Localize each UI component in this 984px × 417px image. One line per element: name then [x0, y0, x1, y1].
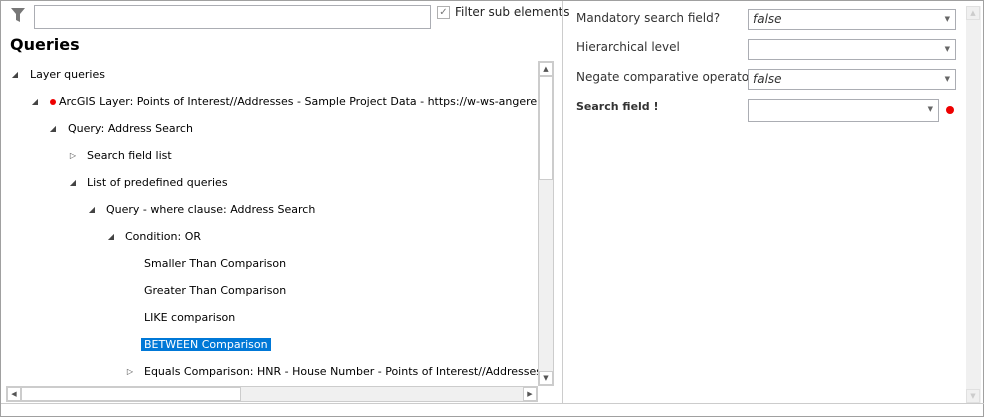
- expanded-icon[interactable]: ◢: [68, 174, 78, 192]
- splitter[interactable]: [562, 1, 563, 403]
- property-label: Hierarchical level: [576, 40, 680, 54]
- chevron-down-icon: ▼: [944, 45, 950, 53]
- scroll-thumb[interactable]: [21, 387, 241, 401]
- scroll-left-icon[interactable]: ◀: [7, 387, 21, 401]
- tree-vertical-scrollbar[interactable]: ▲ ▼: [538, 61, 554, 386]
- combo-value: false: [753, 72, 782, 86]
- tree-item-label: Condition: OR: [125, 230, 201, 243]
- tree-item-label: Greater Than Comparison: [144, 284, 287, 297]
- filter-sub-elements-checkbox[interactable]: ✓: [437, 6, 450, 19]
- chevron-down-icon: ▼: [927, 105, 933, 113]
- hierarchical-level-combo[interactable]: ▼: [748, 39, 956, 60]
- tree-horizontal-scrollbar[interactable]: ◀ ▶: [6, 386, 538, 402]
- tree-item-label: Equals Comparison: HNR - House Number - …: [144, 365, 538, 378]
- tree-item-selected[interactable]: BETWEEN Comparison: [141, 336, 271, 354]
- filter-input[interactable]: [34, 5, 431, 29]
- tree-item-label: BETWEEN Comparison: [141, 338, 271, 351]
- tree-item-label: Search field list: [87, 149, 172, 162]
- scroll-up-icon[interactable]: ▲: [539, 62, 553, 76]
- tree-item[interactable]: Greater Than Comparison: [144, 282, 286, 300]
- filter-sub-elements-label: Filter sub elements: [455, 5, 570, 19]
- combo-value: false: [753, 12, 782, 26]
- scroll-right-icon[interactable]: ▶: [523, 387, 537, 401]
- error-icon: [946, 106, 954, 114]
- expanded-icon[interactable]: ◢: [48, 120, 58, 138]
- tree-item-label: Smaller Than Comparison: [144, 257, 287, 270]
- mandatory-search-field-combo[interactable]: false ▼: [748, 9, 956, 30]
- tree-item[interactable]: ▷ Equals Comparison: HNR - House Number -…: [127, 363, 538, 381]
- properties-scrollbar[interactable]: ▲ ▼: [966, 6, 981, 403]
- tree-item[interactable]: LIKE comparison: [144, 309, 235, 327]
- tree-item-label: Query - where clause: Address Search: [106, 203, 316, 216]
- tree-item-label: Query: Address Search: [68, 122, 193, 135]
- tree-item[interactable]: ◢ Query - where clause: Address Search: [89, 201, 316, 219]
- error-icon: [50, 99, 56, 105]
- filter-icon: [11, 8, 25, 22]
- expanded-icon[interactable]: ◢: [106, 228, 116, 246]
- tree-item[interactable]: ▷ Search field list: [70, 147, 172, 165]
- tree-item[interactable]: ◢ Query: Address Search: [50, 120, 193, 138]
- scroll-up-icon[interactable]: ▲: [966, 6, 980, 20]
- tree-item[interactable]: ◢ List of predefined queries: [70, 174, 228, 192]
- tree-item-label: List of predefined queries: [87, 176, 228, 189]
- property-label: Negate comparative operator?: [576, 70, 761, 84]
- tree-item[interactable]: ◢ Layer queries: [12, 66, 105, 84]
- collapsed-icon[interactable]: ▷: [68, 147, 78, 165]
- tree-item-label: ArcGIS Layer: Points of Interest//Addres…: [59, 95, 538, 108]
- tree-item[interactable]: ◢ Condition: OR: [108, 228, 201, 246]
- expanded-icon[interactable]: ◢: [87, 201, 97, 219]
- tree-item[interactable]: Smaller Than Comparison: [144, 255, 286, 273]
- negate-operator-combo[interactable]: false ▼: [748, 69, 956, 90]
- scroll-down-icon[interactable]: ▼: [966, 389, 980, 403]
- expanded-icon[interactable]: ◢: [30, 93, 40, 111]
- collapsed-icon[interactable]: ▷: [125, 363, 135, 381]
- tree-item[interactable]: ◢ ArcGIS Layer: Points of Interest//Addre…: [32, 93, 538, 111]
- search-field-combo[interactable]: ▼: [748, 99, 939, 122]
- scroll-down-icon[interactable]: ▼: [539, 371, 553, 385]
- expanded-icon[interactable]: ◢: [10, 66, 20, 84]
- query-tree: ◢ Layer queries ◢ ArcGIS Layer: Points of …: [6, 61, 538, 386]
- property-label: Mandatory search field?: [576, 11, 721, 25]
- property-label: Search field !: [576, 100, 659, 113]
- scroll-thumb[interactable]: [539, 76, 553, 180]
- tree-item-label: LIKE comparison: [144, 311, 236, 324]
- chevron-down-icon: ▼: [944, 75, 950, 83]
- chevron-down-icon: ▼: [944, 15, 950, 23]
- tree-item-label: Layer queries: [30, 68, 105, 81]
- page-title: Queries: [10, 35, 80, 54]
- bottom-divider: [1, 403, 984, 404]
